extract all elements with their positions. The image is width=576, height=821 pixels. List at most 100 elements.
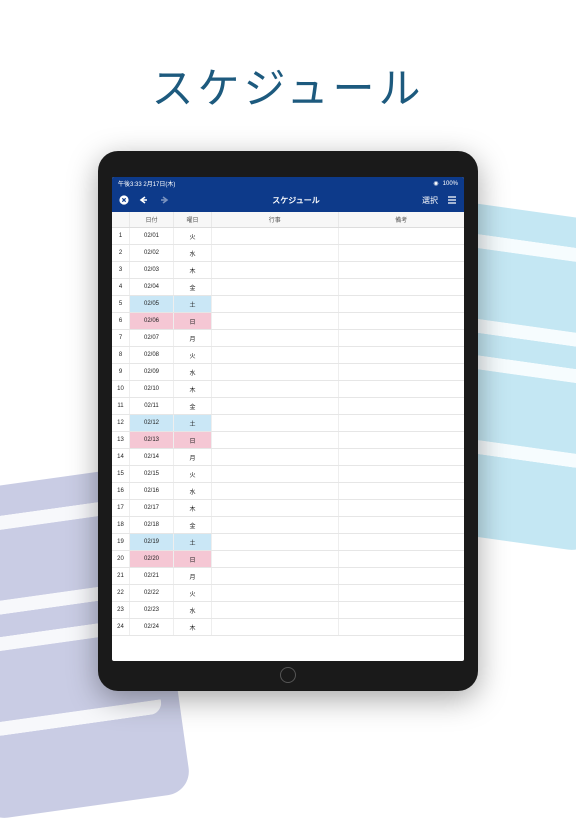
cell-event[interactable] bbox=[212, 568, 339, 584]
redo-button[interactable] bbox=[158, 194, 170, 206]
table-body[interactable]: 102/01火202/02水302/03木402/04金502/05土602/0… bbox=[112, 228, 464, 661]
cell-day[interactable]: 水 bbox=[174, 602, 212, 618]
cell-note[interactable] bbox=[339, 568, 465, 584]
table-row[interactable]: 302/03木 bbox=[112, 262, 464, 279]
cell-date[interactable]: 02/20 bbox=[130, 551, 174, 567]
cell-date[interactable]: 02/22 bbox=[130, 585, 174, 601]
menu-icon[interactable] bbox=[446, 194, 458, 206]
table-row[interactable]: 202/02水 bbox=[112, 245, 464, 262]
cell-day[interactable]: 水 bbox=[174, 245, 212, 261]
cell-note[interactable] bbox=[339, 483, 465, 499]
table-row[interactable]: 2402/24木 bbox=[112, 619, 464, 636]
cell-day[interactable]: 月 bbox=[174, 330, 212, 346]
undo-button[interactable] bbox=[138, 194, 150, 206]
cell-event[interactable] bbox=[212, 551, 339, 567]
cell-day[interactable]: 日 bbox=[174, 313, 212, 329]
cell-event[interactable] bbox=[212, 415, 339, 431]
table-row[interactable]: 702/07月 bbox=[112, 330, 464, 347]
cell-date[interactable]: 02/12 bbox=[130, 415, 174, 431]
cell-date[interactable]: 02/16 bbox=[130, 483, 174, 499]
cell-event[interactable] bbox=[212, 381, 339, 397]
cell-day[interactable]: 月 bbox=[174, 449, 212, 465]
cell-day[interactable]: 木 bbox=[174, 619, 212, 635]
table-row[interactable]: 2002/20日 bbox=[112, 551, 464, 568]
cell-event[interactable] bbox=[212, 279, 339, 295]
select-button[interactable]: 選択 bbox=[422, 195, 438, 206]
cell-note[interactable] bbox=[339, 466, 465, 482]
cell-day[interactable]: 火 bbox=[174, 347, 212, 363]
cell-day[interactable]: 木 bbox=[174, 381, 212, 397]
cell-event[interactable] bbox=[212, 296, 339, 312]
table-row[interactable]: 1502/15火 bbox=[112, 466, 464, 483]
cell-day[interactable]: 日 bbox=[174, 551, 212, 567]
cell-note[interactable] bbox=[339, 296, 465, 312]
cell-event[interactable] bbox=[212, 585, 339, 601]
cell-note[interactable] bbox=[339, 534, 465, 550]
cell-event[interactable] bbox=[212, 500, 339, 516]
cell-date[interactable]: 02/24 bbox=[130, 619, 174, 635]
cell-date[interactable]: 02/18 bbox=[130, 517, 174, 533]
cell-event[interactable] bbox=[212, 517, 339, 533]
cell-day[interactable]: 土 bbox=[174, 296, 212, 312]
cell-note[interactable] bbox=[339, 381, 465, 397]
cell-event[interactable] bbox=[212, 483, 339, 499]
cell-note[interactable] bbox=[339, 517, 465, 533]
cell-note[interactable] bbox=[339, 262, 465, 278]
cell-note[interactable] bbox=[339, 398, 465, 414]
cell-note[interactable] bbox=[339, 449, 465, 465]
table-row[interactable]: 802/08火 bbox=[112, 347, 464, 364]
cell-note[interactable] bbox=[339, 279, 465, 295]
cell-event[interactable] bbox=[212, 262, 339, 278]
cell-event[interactable] bbox=[212, 228, 339, 244]
cell-date[interactable]: 02/23 bbox=[130, 602, 174, 618]
table-row[interactable]: 1902/19土 bbox=[112, 534, 464, 551]
cell-note[interactable] bbox=[339, 619, 465, 635]
cell-note[interactable] bbox=[339, 500, 465, 516]
table-row[interactable]: 2102/21月 bbox=[112, 568, 464, 585]
table-row[interactable]: 1302/13日 bbox=[112, 432, 464, 449]
home-button[interactable] bbox=[280, 667, 296, 683]
table-row[interactable]: 602/06日 bbox=[112, 313, 464, 330]
cell-day[interactable]: 土 bbox=[174, 534, 212, 550]
table-row[interactable]: 402/04金 bbox=[112, 279, 464, 296]
cell-day[interactable]: 金 bbox=[174, 398, 212, 414]
table-row[interactable]: 1402/14月 bbox=[112, 449, 464, 466]
cell-event[interactable] bbox=[212, 466, 339, 482]
cell-date[interactable]: 02/06 bbox=[130, 313, 174, 329]
cell-note[interactable] bbox=[339, 364, 465, 380]
cell-day[interactable]: 金 bbox=[174, 517, 212, 533]
cell-date[interactable]: 02/08 bbox=[130, 347, 174, 363]
cell-note[interactable] bbox=[339, 313, 465, 329]
cell-date[interactable]: 02/19 bbox=[130, 534, 174, 550]
cell-day[interactable]: 火 bbox=[174, 228, 212, 244]
cell-date[interactable]: 02/05 bbox=[130, 296, 174, 312]
cell-note[interactable] bbox=[339, 432, 465, 448]
table-row[interactable]: 902/09水 bbox=[112, 364, 464, 381]
table-row[interactable]: 1702/17木 bbox=[112, 500, 464, 517]
cell-day[interactable]: 月 bbox=[174, 568, 212, 584]
cell-note[interactable] bbox=[339, 347, 465, 363]
cell-date[interactable]: 02/10 bbox=[130, 381, 174, 397]
cell-date[interactable]: 02/03 bbox=[130, 262, 174, 278]
table-row[interactable]: 2202/22火 bbox=[112, 585, 464, 602]
cell-date[interactable]: 02/09 bbox=[130, 364, 174, 380]
cell-day[interactable]: 土 bbox=[174, 415, 212, 431]
cell-date[interactable]: 02/15 bbox=[130, 466, 174, 482]
table-row[interactable]: 102/01火 bbox=[112, 228, 464, 245]
cell-event[interactable] bbox=[212, 313, 339, 329]
cell-note[interactable] bbox=[339, 330, 465, 346]
cell-date[interactable]: 02/11 bbox=[130, 398, 174, 414]
cell-note[interactable] bbox=[339, 585, 465, 601]
cell-note[interactable] bbox=[339, 602, 465, 618]
cell-event[interactable] bbox=[212, 449, 339, 465]
cell-day[interactable]: 木 bbox=[174, 262, 212, 278]
cell-date[interactable]: 02/02 bbox=[130, 245, 174, 261]
cell-note[interactable] bbox=[339, 551, 465, 567]
cell-day[interactable]: 火 bbox=[174, 466, 212, 482]
cell-date[interactable]: 02/21 bbox=[130, 568, 174, 584]
table-row[interactable]: 1802/18金 bbox=[112, 517, 464, 534]
cell-date[interactable]: 02/04 bbox=[130, 279, 174, 295]
cell-day[interactable]: 日 bbox=[174, 432, 212, 448]
cell-date[interactable]: 02/13 bbox=[130, 432, 174, 448]
table-row[interactable]: 502/05土 bbox=[112, 296, 464, 313]
